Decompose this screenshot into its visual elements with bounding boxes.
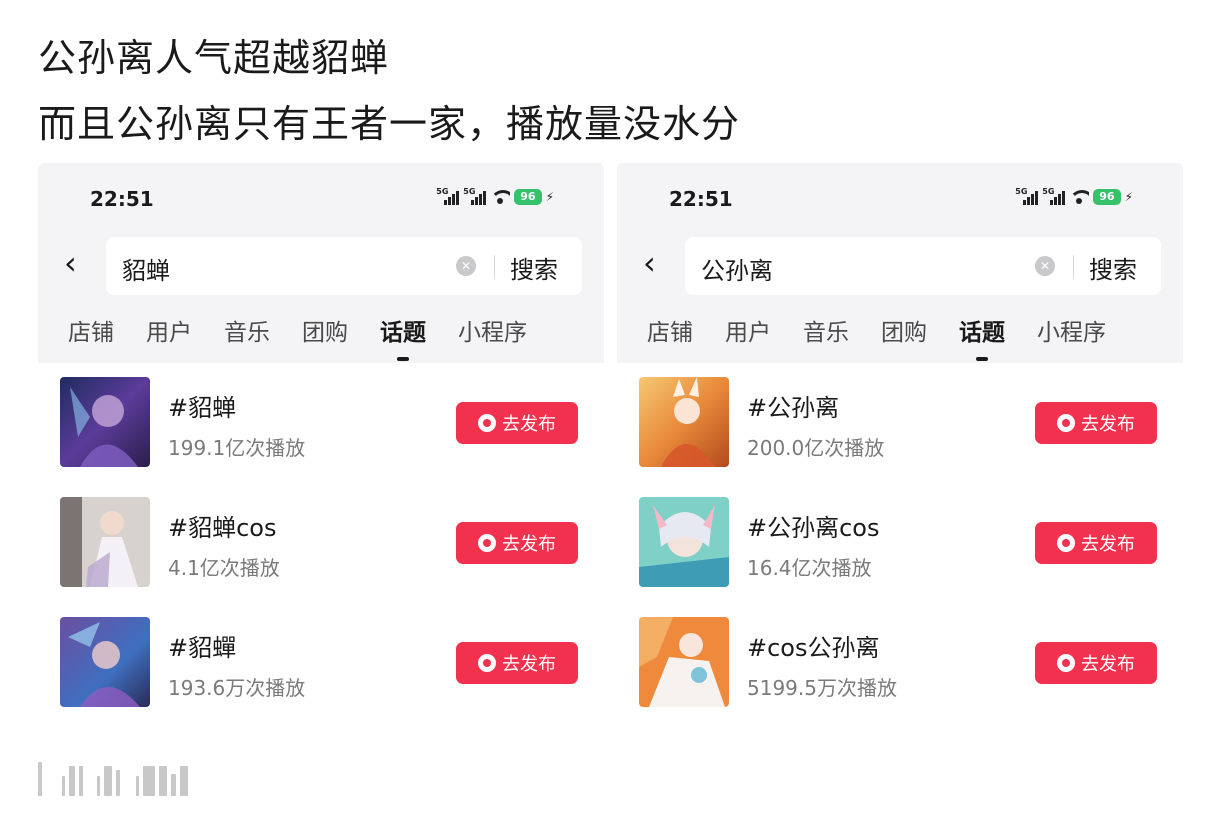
divider <box>494 255 495 279</box>
publish-button[interactable]: 去发布 <box>1035 402 1157 444</box>
topic-plays: 200.0亿次播放 <box>747 436 885 460</box>
list-item[interactable]: #公孙离cos 16.4亿次播放 去发布 <box>617 496 1183 616</box>
search-header: 22:51 5G 5G 96 ⚡ ‹ 公孙离 ✕ 搜索 店铺 用户 音乐 团购 … <box>617 163 1183 363</box>
list-item[interactable]: #貂蝉cos 4.1亿次播放 去发布 <box>38 496 604 616</box>
search-query: 公孙离 <box>701 257 773 285</box>
charging-icon: ⚡ <box>1124 190 1133 204</box>
tab-shops[interactable]: 店铺 <box>68 313 114 347</box>
topic-plays: 4.1亿次播放 <box>168 556 280 580</box>
tab-mini-programs[interactable]: 小程序 <box>458 313 527 347</box>
search-header: 22:51 5G 5G 96 ⚡ ‹ 貂蝉 ✕ 搜索 店铺 用户 音乐 团购 话… <box>38 163 604 363</box>
topic-thumbnail <box>60 617 150 707</box>
chevron-left-icon[interactable]: ‹ <box>643 247 656 279</box>
topic-list: #公孙离 200.0亿次播放 去发布 #公孙离cos 16.4亿次播放 去发布 <box>617 376 1183 736</box>
topic-plays: 5199.5万次播放 <box>747 676 897 700</box>
tab-users[interactable]: 用户 <box>146 313 192 347</box>
search-query: 貂蝉 <box>122 257 170 285</box>
clear-icon[interactable]: ✕ <box>456 256 476 276</box>
topic-plays: 16.4亿次播放 <box>747 556 872 580</box>
status-icons: 5G 5G 96 ⚡ <box>436 187 554 205</box>
topic-plays: 199.1亿次播放 <box>168 436 306 460</box>
topic-thumbnail <box>639 617 729 707</box>
topic-name: #公孙离 <box>747 394 840 422</box>
divider <box>1073 255 1074 279</box>
signal-icon: 5G <box>436 187 460 205</box>
camera-icon <box>478 534 496 552</box>
tab-users[interactable]: 用户 <box>725 313 771 347</box>
topic-plays: 193.6万次播放 <box>168 676 306 700</box>
chevron-left-icon[interactable]: ‹ <box>64 247 77 279</box>
publish-button[interactable]: 去发布 <box>1035 642 1157 684</box>
status-time: 22:51 <box>90 187 154 211</box>
charging-icon: ⚡ <box>545 190 554 204</box>
topic-list: #貂蝉 199.1亿次播放 去发布 #貂蝉cos 4.1亿次播放 去发布 #貂蟬… <box>38 376 604 736</box>
signal-icon: 5G <box>1042 187 1066 205</box>
camera-icon <box>1057 414 1075 432</box>
screenshot-diaochan: 22:51 5G 5G 96 ⚡ ‹ 貂蝉 ✕ 搜索 店铺 用户 音乐 团购 话… <box>38 163 604 743</box>
publish-button[interactable]: 去发布 <box>456 642 578 684</box>
search-input[interactable]: 公孙离 ✕ 搜索 <box>685 237 1161 295</box>
topic-thumbnail <box>60 377 150 467</box>
publish-button[interactable]: 去发布 <box>456 402 578 444</box>
clear-icon[interactable]: ✕ <box>1035 256 1055 276</box>
list-item[interactable]: #貂蝉 199.1亿次播放 去发布 <box>38 376 604 496</box>
camera-icon <box>1057 654 1075 672</box>
signal-icon: 5G <box>1015 187 1039 205</box>
wifi-icon <box>1069 190 1090 204</box>
topic-name: #公孙离cos <box>747 514 880 542</box>
camera-icon <box>1057 534 1075 552</box>
topic-thumbnail <box>60 497 150 587</box>
topic-name: #貂蟬 <box>168 634 237 662</box>
tab-shops[interactable]: 店铺 <box>647 313 693 347</box>
category-tabs: 店铺 用户 音乐 团购 话题 小程序 <box>68 313 527 361</box>
status-time: 22:51 <box>669 187 733 211</box>
publish-button[interactable]: 去发布 <box>456 522 578 564</box>
category-tabs: 店铺 用户 音乐 团购 话题 小程序 <box>647 313 1106 361</box>
search-input[interactable]: 貂蝉 ✕ 搜索 <box>106 237 582 295</box>
search-button[interactable]: 搜索 <box>510 250 558 285</box>
battery-icon: 96 <box>1093 189 1121 205</box>
tab-topics[interactable]: 话题 <box>959 313 1005 361</box>
battery-icon: 96 <box>514 189 542 205</box>
screenshot-gongsunli: 22:51 5G 5G 96 ⚡ ‹ 公孙离 ✕ 搜索 店铺 用户 音乐 团购 … <box>617 163 1183 743</box>
caption-line-2: 而且公孙离只有王者一家，播放量没水分 <box>38 102 741 146</box>
caption-line-1: 公孙离人气超越貂蝉 <box>38 36 390 80</box>
wifi-icon <box>490 190 511 204</box>
tab-music[interactable]: 音乐 <box>803 313 849 347</box>
search-button[interactable]: 搜索 <box>1089 250 1137 285</box>
camera-icon <box>478 414 496 432</box>
list-item[interactable]: #貂蟬 193.6万次播放 去发布 <box>38 616 604 736</box>
signal-icon: 5G <box>463 187 487 205</box>
status-icons: 5G 5G 96 ⚡ <box>1015 187 1133 205</box>
list-item[interactable]: #公孙离 200.0亿次播放 去发布 <box>617 376 1183 496</box>
topic-name: #貂蝉 <box>168 394 237 422</box>
tab-group-buy[interactable]: 团购 <box>302 313 348 347</box>
camera-icon <box>478 654 496 672</box>
topic-name: #cos公孙离 <box>747 634 880 662</box>
tab-mini-programs[interactable]: 小程序 <box>1037 313 1106 347</box>
tab-topics[interactable]: 话题 <box>380 313 426 361</box>
topic-thumbnail <box>639 377 729 467</box>
tab-group-buy[interactable]: 团购 <box>881 313 927 347</box>
topic-thumbnail <box>639 497 729 587</box>
list-item[interactable]: #cos公孙离 5199.5万次播放 去发布 <box>617 616 1183 736</box>
publish-button[interactable]: 去发布 <box>1035 522 1157 564</box>
topic-name: #貂蝉cos <box>168 514 277 542</box>
tab-music[interactable]: 音乐 <box>224 313 270 347</box>
footer-decoration <box>38 762 188 796</box>
